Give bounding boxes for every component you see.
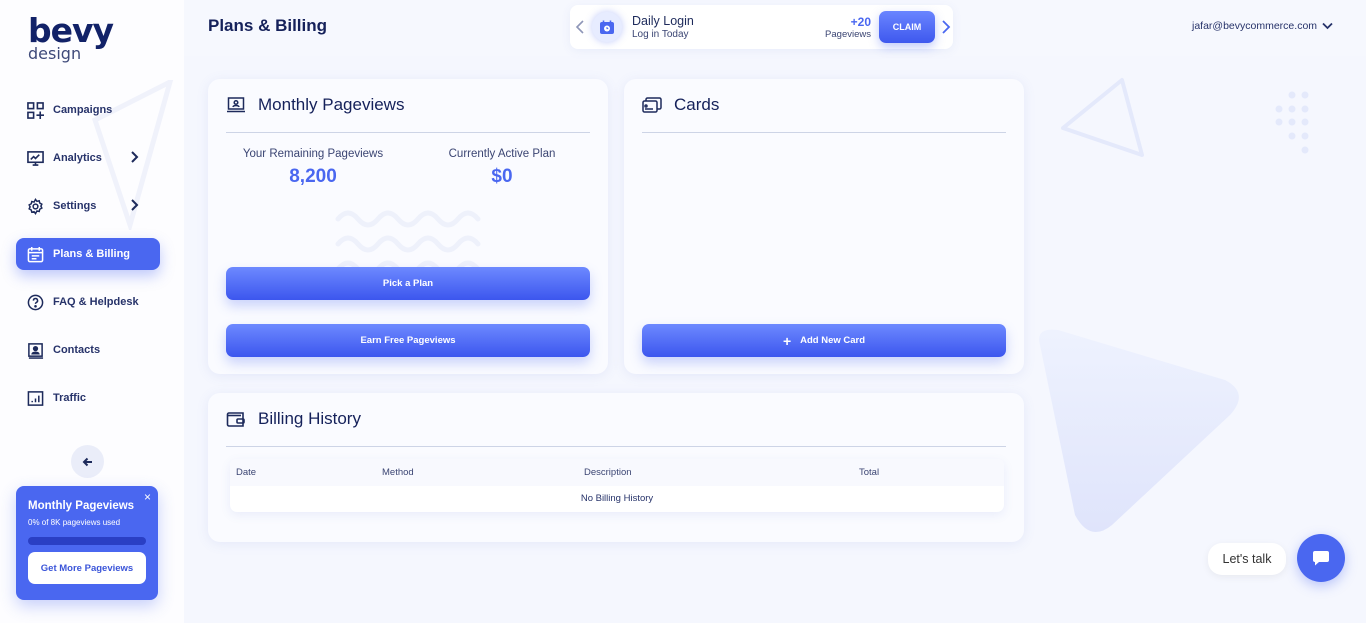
pick-plan-button[interactable]: Pick a Plan [226, 267, 590, 300]
billing-table: Date Method Description Total No Billing… [230, 459, 1004, 512]
sidebar: bevy design Campaigns Analytics Settings… [0, 0, 184, 623]
sidebar-item-label: Contacts [53, 344, 101, 356]
calendar-clock-icon [592, 12, 622, 42]
table-header: Date Method Description Total [230, 459, 1004, 486]
stat-label: Currently Active Plan [448, 148, 556, 160]
card-title: Cards [674, 95, 720, 114]
credit-cards-icon [642, 97, 662, 113]
arrow-left-icon [82, 457, 92, 466]
sidebar-nav: Campaigns Analytics Settings Plans & Bil… [16, 94, 160, 430]
daily-login-title: Daily Login [632, 14, 694, 28]
promo-subtitle: 0% of 8K pageviews used [28, 518, 121, 527]
claim-button[interactable]: CLAIM [879, 11, 935, 43]
chevron-right-icon [131, 199, 139, 211]
contact-book-icon [28, 342, 44, 359]
chat-bubble-icon [1313, 551, 1329, 566]
pageviews-promo-card: × Monthly Pageviews 0% of 8K pageviews u… [16, 486, 158, 600]
bar-chart-icon [27, 390, 44, 406]
user-email: jafar@bevycommerce.com [1192, 20, 1318, 32]
sidebar-item-label: Traffic [53, 392, 87, 404]
sidebar-item-label: Campaigns [53, 104, 113, 116]
cards-card: Cards + Add New Card [624, 79, 1024, 374]
brand-logo[interactable]: bevy design [28, 11, 114, 62]
promo-title: Monthly Pageviews [28, 500, 135, 512]
divider [226, 446, 1006, 447]
chevron-right-icon [131, 151, 139, 163]
brand-name: bevy [28, 11, 114, 50]
page-title: Plans & Billing [208, 16, 328, 35]
calendar-icon [27, 246, 44, 262]
sidebar-item-faq-helpdesk[interactable]: FAQ & Helpdesk [16, 286, 160, 318]
grid-plus-icon [27, 101, 44, 119]
earn-free-pageviews-button[interactable]: Earn Free Pageviews [226, 324, 590, 357]
sidebar-item-traffic[interactable]: Traffic [16, 382, 160, 414]
sidebar-item-contacts[interactable]: Contacts [16, 334, 160, 366]
sidebar-item-campaigns[interactable]: Campaigns [16, 94, 160, 126]
divider [226, 132, 590, 133]
sidebar-item-label: FAQ & Helpdesk [53, 296, 139, 308]
chevron-right-icon[interactable] [937, 19, 953, 35]
daily-login-points: +20 [850, 14, 871, 29]
card-header: Billing History [226, 409, 361, 429]
sidebar-item-analytics[interactable]: Analytics [16, 142, 160, 174]
chevron-left-icon[interactable] [573, 19, 589, 35]
card-title: Billing History [258, 409, 361, 428]
daily-login-widget: Daily Login Log in Today +20 Pageviews C… [570, 5, 953, 49]
stat-value: 8,200 [289, 166, 337, 187]
monthly-pageviews-card: Monthly Pageviews Your Remaining Pagevie… [208, 79, 608, 374]
card-title: Monthly Pageviews [258, 95, 405, 114]
billing-history-card: Billing History Date Method Description … [208, 393, 1024, 542]
collapse-sidebar-button[interactable] [71, 445, 104, 478]
daily-login-subtitle: Log in Today [632, 29, 689, 40]
close-icon[interactable]: × [144, 490, 151, 504]
active-plan-stat: Currently Active Plan $0 [412, 148, 592, 188]
add-new-card-label: Add New Card [800, 335, 866, 346]
sidebar-item-settings[interactable]: Settings [16, 190, 160, 222]
card-header: Monthly Pageviews [226, 95, 404, 115]
divider [642, 132, 1006, 133]
user-menu[interactable]: jafar@bevycommerce.com [1192, 20, 1333, 32]
chat-label[interactable]: Let's talk [1208, 543, 1286, 575]
sidebar-item-label: Plans & Billing [53, 248, 131, 260]
stat-value: $0 [491, 166, 513, 187]
column-header-date: Date [236, 467, 257, 478]
chat-button[interactable] [1297, 534, 1345, 582]
stat-label: Your Remaining Pageviews [242, 148, 384, 160]
daily-login-points-label: Pageviews [825, 28, 871, 40]
gear-icon [28, 197, 43, 215]
column-header-method: Method [382, 467, 414, 478]
laptop-user-icon [227, 97, 245, 113]
get-more-pageviews-button[interactable]: Get More Pageviews [28, 552, 146, 584]
question-circle-icon [27, 294, 44, 310]
column-header-total: Total [859, 467, 880, 478]
column-header-description: Description [584, 467, 632, 478]
wallet-icon [226, 412, 245, 427]
monitor-chart-icon [27, 150, 44, 166]
chevron-down-icon [1322, 22, 1333, 30]
sidebar-item-plans-billing[interactable]: Plans & Billing [16, 238, 160, 270]
remaining-pageviews-stat: Your Remaining Pageviews 8,200 [223, 148, 403, 188]
empty-state: No Billing History [580, 493, 654, 504]
pageviews-usage-bar [28, 537, 146, 545]
plus-icon: + [782, 332, 792, 349]
sidebar-item-label: Analytics [53, 152, 102, 164]
add-new-card-button[interactable]: + Add New Card [642, 324, 1006, 357]
card-header: Cards [642, 95, 719, 115]
sidebar-item-label: Settings [53, 200, 97, 212]
